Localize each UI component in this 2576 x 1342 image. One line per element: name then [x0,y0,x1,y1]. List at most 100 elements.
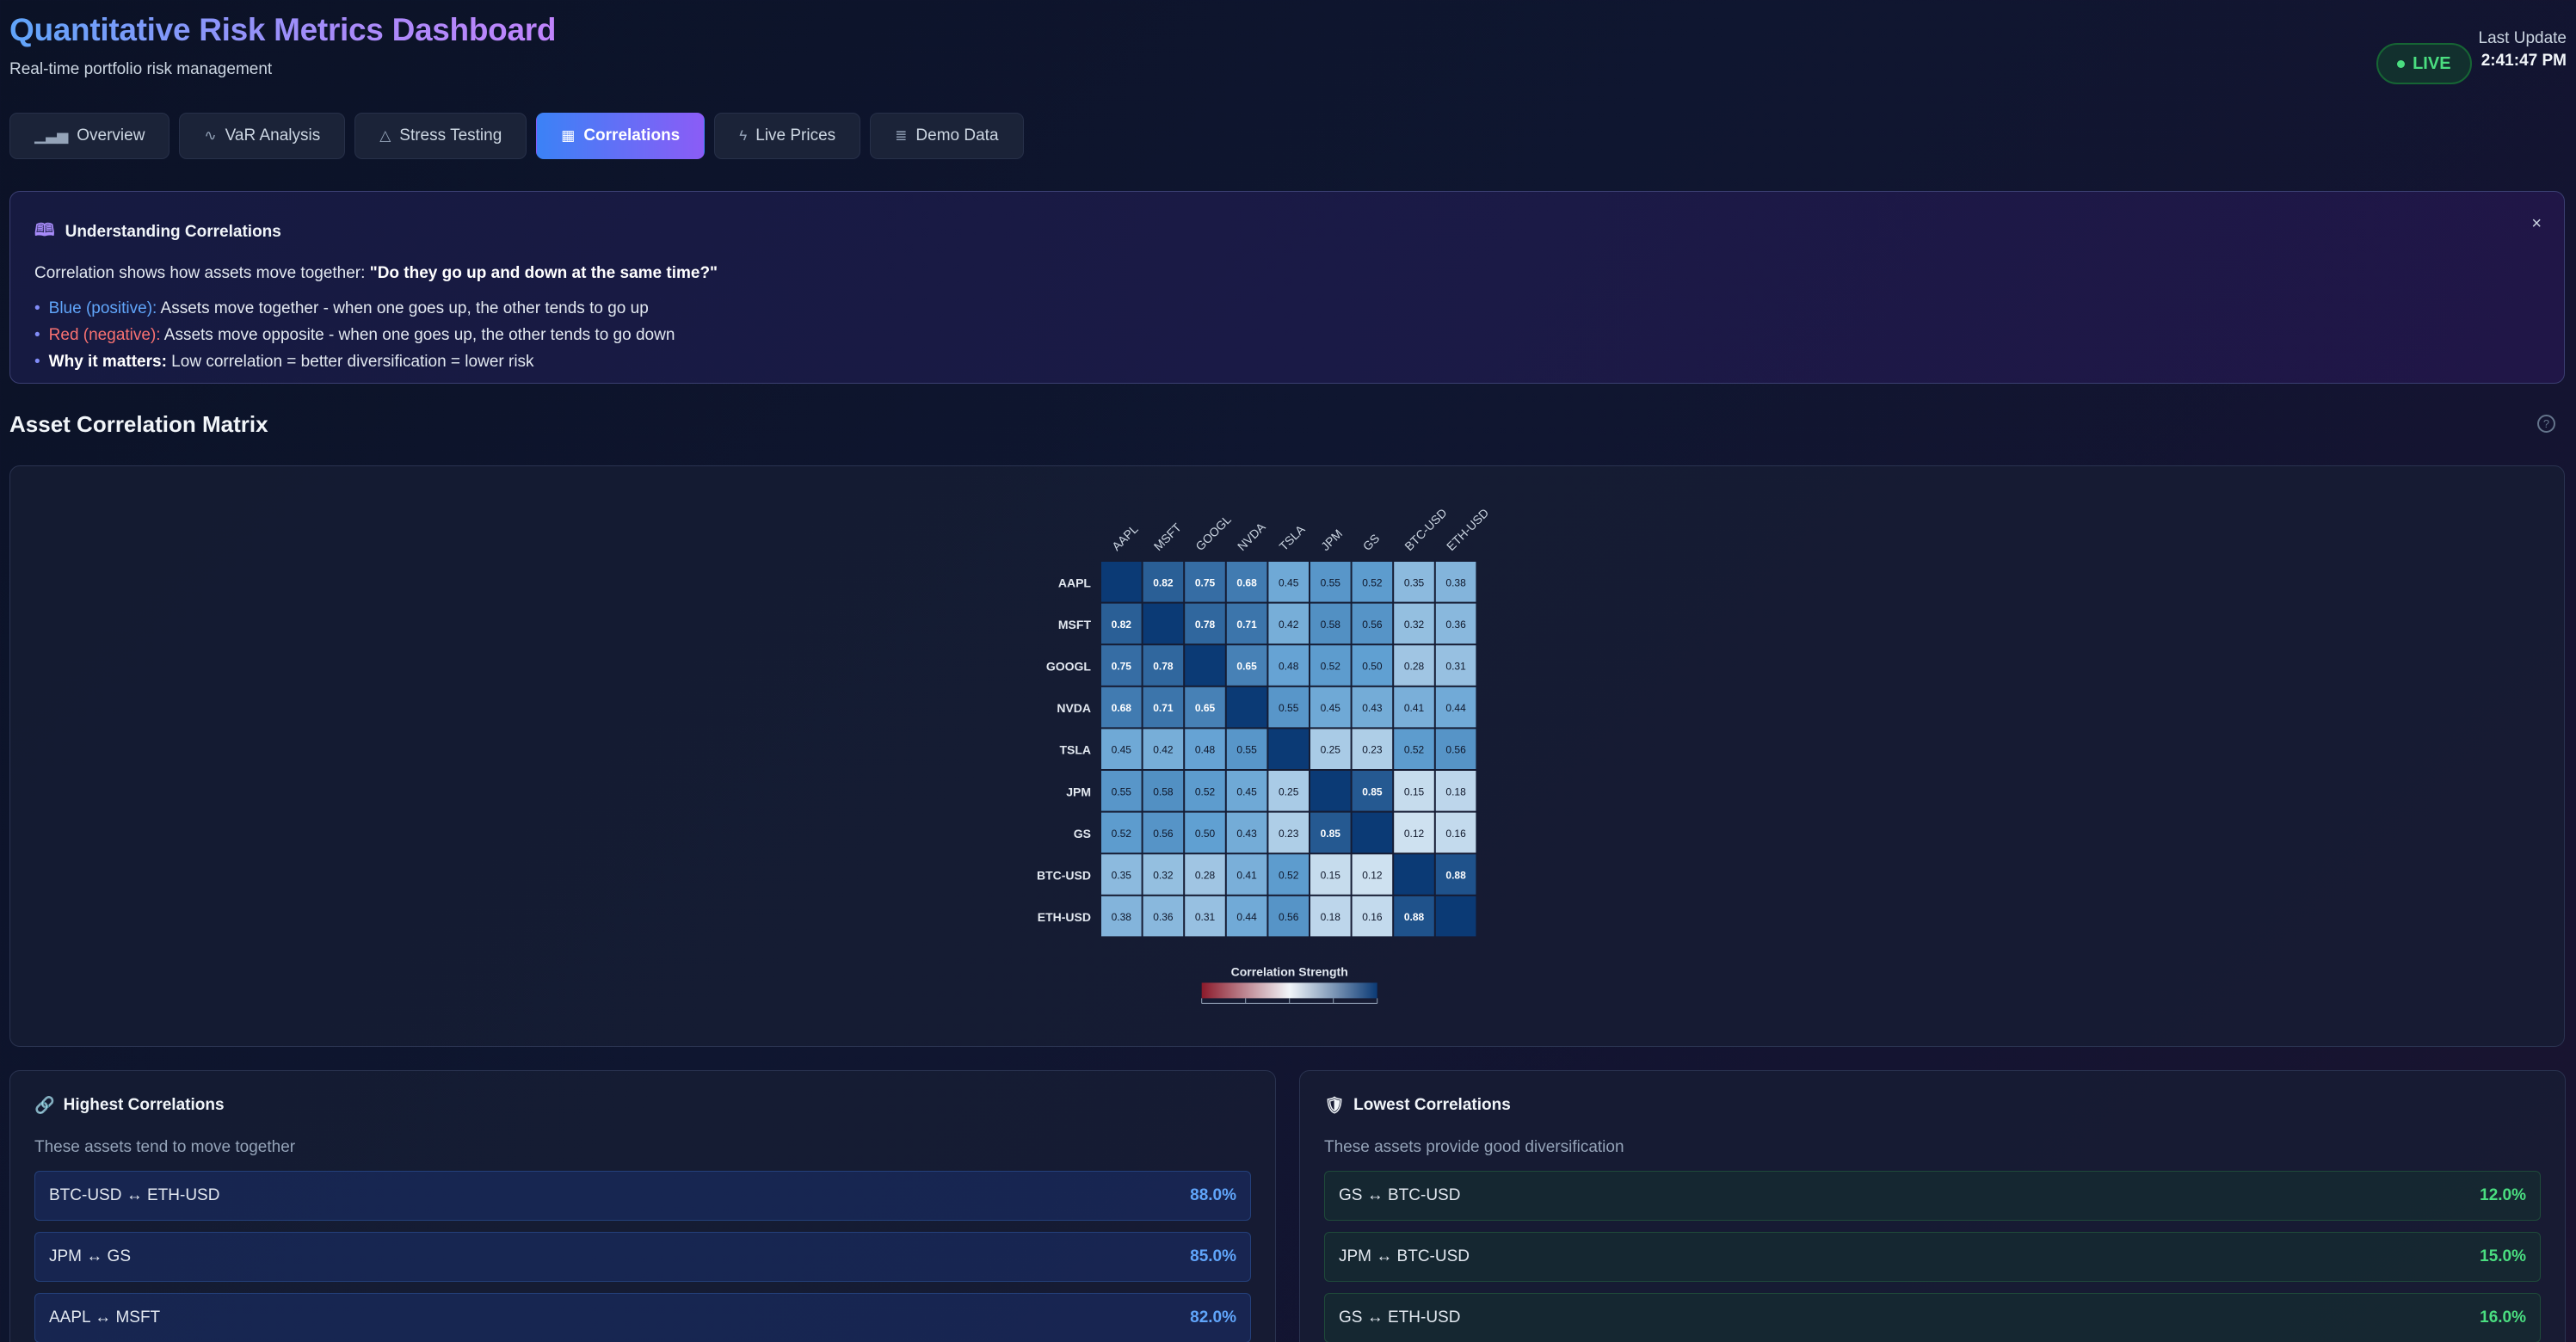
row-label: GOOGL [1046,660,1092,674]
cell-value-label: 0.12 [1404,828,1425,840]
last-update-label: Last Update [2478,29,2567,47]
warning-icon: △ [379,127,391,144]
list-item[interactable]: JPM ↔ GS 85.0% [34,1232,1251,1282]
cell-value-label: 0.85 [1321,828,1341,840]
tab-label: Correlations [583,126,681,145]
tab-live-prices[interactable]: ϟ Live Prices [714,113,861,159]
tab-var-analysis[interactable]: ∿ VaR Analysis [179,113,346,159]
info-lead: Correlation shows how assets move togeth… [34,264,2540,283]
column-label: BTC-USD [1402,506,1449,553]
column-label: ETH-USD [1444,506,1491,553]
info-heading: 🕮 Understanding Correlations [34,218,2540,247]
cell-value-label: 0.36 [1445,619,1466,631]
cell-value-label: 0.25 [1321,744,1341,756]
pair-list: GS ↔ BTC-USD 12.0% JPM ↔ BTC-USD 15.0% G… [1324,1171,2541,1342]
cell-value-label: 0.12 [1362,870,1383,882]
card-heading: 🔗 Highest Correlations [34,1095,1251,1116]
cell-value-label: 0.18 [1445,785,1466,797]
column-label: TSLA [1277,522,1309,554]
column-label: GS [1360,531,1383,553]
bullet-icon: • [34,299,40,317]
tab-demo-data[interactable]: ≣ Demo Data [870,113,1024,159]
grid-icon: ▦ [561,127,576,144]
cell-value-label: 0.25 [1279,785,1299,797]
cell-value-label: 0.56 [1362,619,1383,631]
cell-value-label: 0.85 [1362,785,1383,797]
cell-value-label: 0.41 [1236,870,1257,882]
cell-value-label: 0.32 [1153,870,1174,882]
cell-value-label: 0.55 [1236,744,1257,756]
cell-value-label: 0.31 [1195,911,1216,923]
list-item: • Blue (positive): Assets move together -… [34,295,2540,322]
cell-value-label: 0.28 [1404,661,1425,673]
list-item[interactable]: JPM ↔ BTC-USD 15.0% [1324,1232,2541,1282]
cell-value-label: 0.52 [1195,785,1216,797]
tab-stress-testing[interactable]: △ Stress Testing [354,113,527,159]
cell-value-label: 0.82 [1112,619,1132,631]
row-label: NVDA [1057,701,1091,715]
tab-correlations[interactable]: ▦ Correlations [536,113,706,159]
info-text: Low correlation = better diversification… [166,353,534,371]
cell-value-label: 0.42 [1279,619,1299,631]
cell-value-label: 0.58 [1153,785,1174,797]
card-title: Highest Correlations [63,1096,225,1114]
cell-value-label: 0.44 [1236,911,1257,923]
pair-value: 12.0% [2480,1186,2526,1204]
cell-value-label: 0.45 [1321,702,1341,714]
list-item[interactable]: GS ↔ BTC-USD 12.0% [1324,1171,2541,1221]
list-item[interactable]: AAPL ↔ MSFT 82.0% [34,1293,1251,1342]
cell-value-label: 0.35 [1404,576,1425,588]
cell-value-label: 0.31 [1445,661,1466,673]
activity-icon: ∿ [204,127,217,144]
close-icon[interactable]: × [2531,214,2542,234]
cell-value-label: 0.28 [1195,870,1216,882]
tab-label: Stress Testing [399,126,502,145]
row-label: GS [1074,827,1091,840]
page-title: Quantitative Risk Metrics Dashboard [9,12,557,47]
bar-chart-icon: ▁▃▅ [34,127,69,144]
help-icon[interactable]: ? [2537,415,2555,433]
heatmap-cell [1268,729,1309,769]
cell-value-label: 0.23 [1362,744,1383,756]
last-update: Last Update 2:41:47 PM [2479,28,2567,72]
column-label: AAPL [1109,521,1141,553]
cell-value-label: 0.52 [1362,576,1383,588]
section-title: Asset Correlation Matrix [9,411,268,437]
tab-bar: ▁▃▅ Overview ∿ VaR Analysis △ Stress Tes… [9,113,1024,159]
correlation-matrix-card: AAPL MSFT GOOGL NVDA TSLA JPM GS BTC-USD ETH-USD… [9,465,2565,1047]
list-item[interactable]: GS ↔ ETH-USD 16.0% [1324,1293,2541,1342]
cell-value-label: 0.75 [1112,661,1132,673]
pair-value: 85.0% [1190,1247,1236,1265]
info-title: Understanding Correlations [65,223,281,241]
tab-overview[interactable]: ▁▃▅ Overview [9,113,170,159]
cell-value-label: 0.75 [1195,576,1216,588]
cell-value-label: 0.42 [1153,744,1174,756]
cell-value-label: 0.58 [1321,619,1341,631]
info-text: Assets move together - when one goes up,… [157,299,649,317]
link-icon: 🔗 [34,1097,55,1115]
cell-value-label: 0.65 [1195,702,1216,714]
info-list: • Blue (positive): Assets move together -… [34,295,2540,375]
card-subtitle: These assets tend to move together [34,1138,296,1156]
heatmap-cell [1185,645,1225,686]
lowest-correlations-card: 🛡 Lowest Correlations These assets provi… [1299,1070,2566,1342]
highest-correlations-card: 🔗 Highest Correlations These assets tend… [9,1070,1276,1342]
live-dot-icon [2397,59,2406,68]
legend-gradient-bar [1201,982,1377,999]
cell-value-label: 0.71 [1236,619,1257,631]
cell-value-label: 0.56 [1445,744,1466,756]
live-badge: LIVE [2376,43,2472,84]
cell-value-label: 0.68 [1236,576,1257,588]
cell-value-label: 0.45 [1279,576,1299,588]
pair-name: AAPL ↔ MSFT [49,1308,161,1327]
cell-value-label: 0.43 [1362,702,1383,714]
database-icon: ≣ [895,127,908,144]
pair-value: 82.0% [1190,1308,1236,1327]
column-label: GOOGL [1192,512,1234,553]
book-icon: 🕮 [34,221,55,240]
row-label: JPM [1066,785,1091,798]
tab-label: Overview [77,126,145,145]
cell-value-label: 0.71 [1153,702,1174,714]
list-item[interactable]: BTC-USD ↔ ETH-USD 88.0% [34,1171,1251,1221]
column-label: NVDA [1235,520,1268,553]
